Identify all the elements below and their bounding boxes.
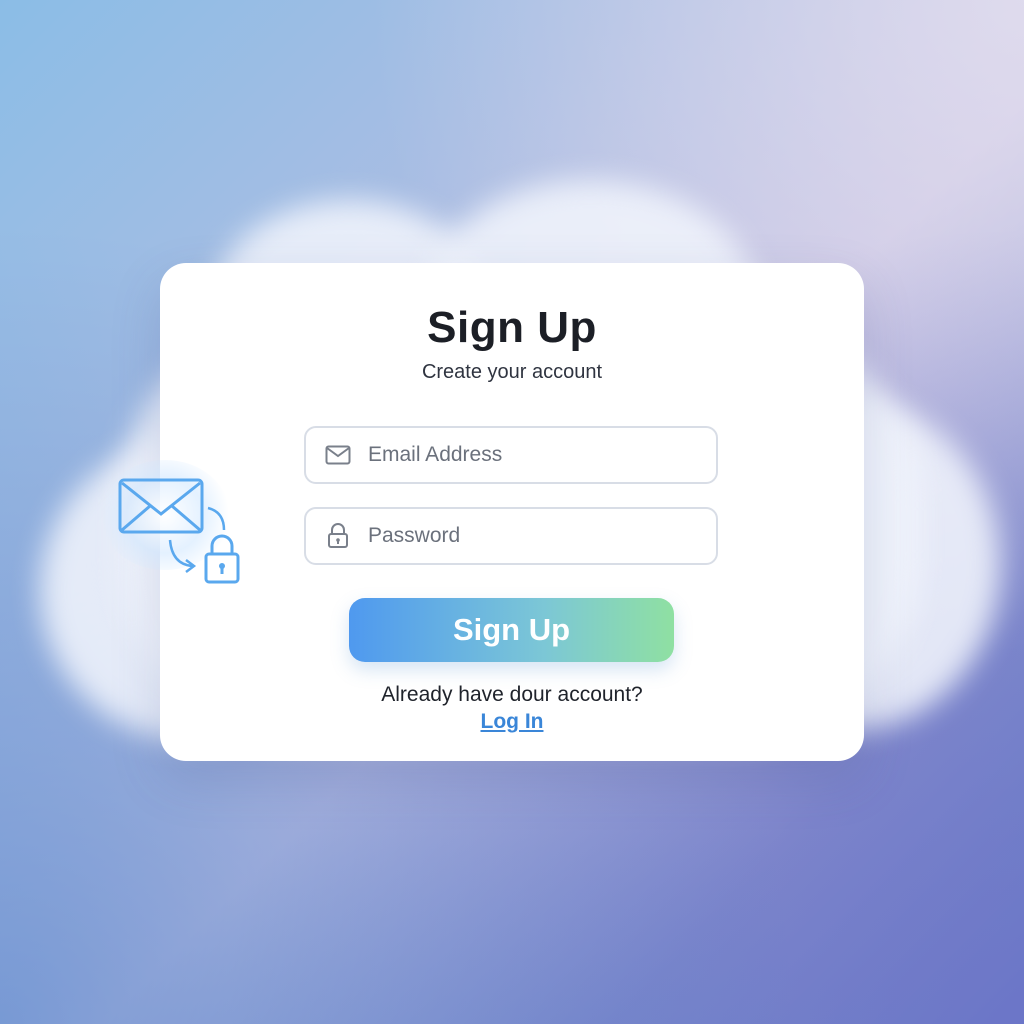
envelope-icon [324,441,352,469]
page-title: Sign Up [427,303,597,352]
envelope-icon [118,478,204,534]
login-link-wrapper: Log In [160,710,864,734]
password-field[interactable] [304,507,718,565]
login-link[interactable]: Log In [481,710,544,733]
email-field[interactable] [304,426,718,484]
lock-icon [324,522,352,550]
page-subtitle: Create your account [421,361,603,383]
password-input[interactable] [366,523,700,549]
padlock-icon [204,534,240,584]
sign-up-button[interactable]: Sign Up [349,598,674,662]
email-input[interactable] [366,442,700,468]
signup-card: Sign Up Create your account Sign Up Alre… [160,263,864,761]
floating-icons [100,460,250,600]
already-account-text: Already have dour account? [381,683,643,706]
